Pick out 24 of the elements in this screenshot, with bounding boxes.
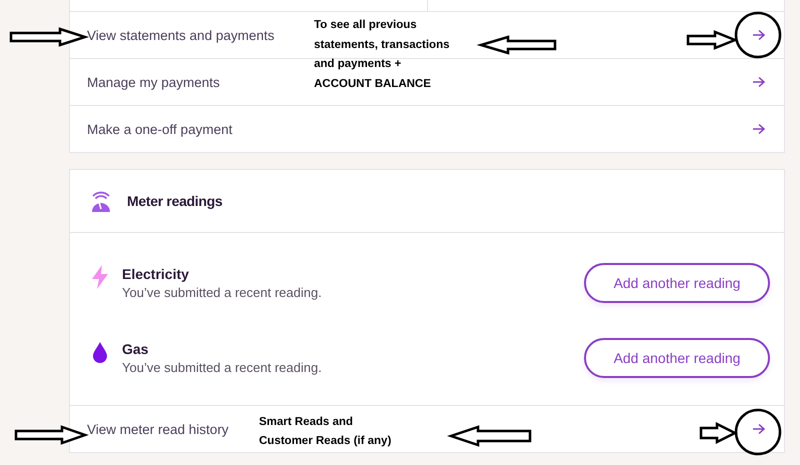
annotation-text: Smart Reads and Customer Reads (if any): [259, 415, 392, 449]
circle-mark: [734, 12, 782, 58]
card-title: Meter readings: [127, 193, 222, 209]
history-link[interactable]: View meter read history: [87, 422, 229, 436]
arrow-right-icon[interactable]: [752, 29, 766, 41]
payment-link[interactable]: Manage my payments: [87, 74, 220, 90]
arrow-right-icon[interactable]: [752, 76, 766, 88]
circle-mark: [734, 408, 782, 456]
droplet-icon: [90, 340, 110, 364]
block-arrow: [686, 30, 738, 50]
meter-status: You’ve submitted a recent reading.: [122, 284, 323, 300]
meter-status: You’ve submitted a recent reading.: [122, 360, 323, 374]
arrow-right-icon[interactable]: [752, 123, 766, 135]
payment-link[interactable]: View statements and payments: [87, 28, 274, 42]
payment-link[interactable]: Make a one-off payment: [87, 122, 232, 136]
meter-name: Electricity: [122, 266, 190, 282]
arrow-right-icon[interactable]: [752, 423, 766, 435]
lightning-icon: [90, 265, 110, 289]
meter-name: Gas: [122, 340, 150, 356]
add-reading-button[interactable]: Add another reading: [584, 262, 770, 302]
block-arrow: [700, 422, 738, 444]
meter-gauge-icon: [89, 189, 113, 213]
add-reading-button[interactable]: Add another reading: [584, 338, 770, 378]
annotation-text: To see all previous statements, transactions and payments + ACCOUNT BALANCE: [314, 18, 450, 92]
